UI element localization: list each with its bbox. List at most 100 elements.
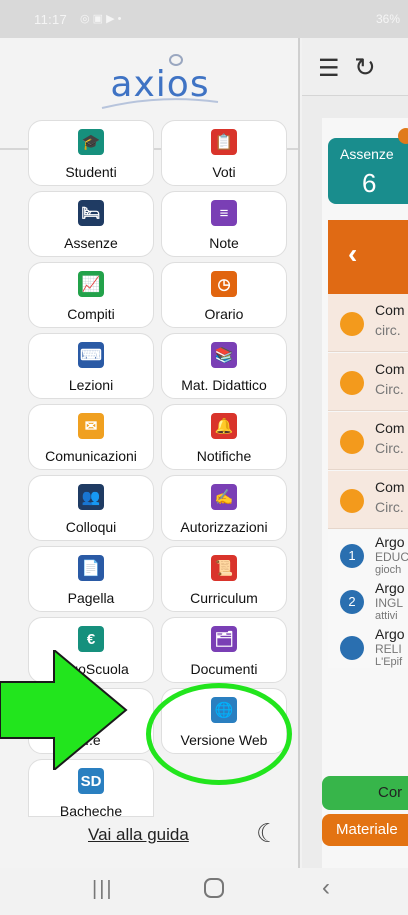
row-subtitle: RELI (375, 642, 402, 656)
lesson-number-badge: 2 (340, 590, 364, 614)
guide-link[interactable]: Vai alla guida (88, 825, 189, 845)
green-button[interactable]: Cor (322, 776, 408, 810)
grades-clipboard-icon: 📋 (211, 129, 237, 155)
menu-tile-studenti[interactable]: 🎓 Studenti (28, 120, 154, 186)
menu-tile-assenze[interactable]: 🛏 Assenze (28, 191, 154, 257)
status-icons: ◎ ▣ ▶ • (80, 13, 122, 25)
assenze-card-label: Assenze (340, 146, 394, 162)
row-subtitle: circ. (375, 322, 401, 338)
menu-tile-comunicazioni[interactable]: ✉ Comunicazioni (28, 404, 154, 470)
menu-tile-label: Notifiche (196, 448, 252, 464)
documents-icon: 🗂 (211, 626, 237, 652)
status-battery: 36% (375, 12, 400, 26)
menu-tile-orario[interactable]: ◷ Orario (161, 262, 287, 328)
row-subtitle: Circ. (375, 440, 404, 456)
euro-icon: € (78, 626, 104, 652)
menu-tile-label: Pagella (67, 590, 115, 606)
status-time: 11:17 (34, 12, 68, 27)
main-content: ☰ ↻ Assenze 6 ‹ Com circ. Com Circ. Com Circ.… (302, 38, 408, 868)
note-icon: ≡ (211, 200, 237, 226)
communication-row[interactable]: Com Circ. (328, 353, 408, 411)
row-subtitle: Circ. (375, 499, 404, 515)
pdf-file-icon: ✉ (78, 413, 104, 439)
menu-tile-label: Lezioni (68, 377, 114, 393)
menu-tile-label: Mat. Didattico (181, 377, 267, 393)
system-navigation-bar: ||| ‹ (0, 868, 408, 915)
menu-tile-curriculum[interactable]: 📜 Curriculum (161, 546, 287, 612)
materiale-button[interactable]: Materiale (322, 814, 408, 846)
communications-header: ‹ (328, 220, 408, 294)
lesson-row[interactable]: Argo RELI L'Epif (328, 622, 408, 668)
row-subtitle: Circ. (375, 381, 404, 397)
status-dot (340, 312, 364, 336)
menu-tile-documenti[interactable]: 🗂 Documenti (161, 617, 287, 683)
materiale-button-label: Materiale (336, 821, 398, 838)
lesson-row[interactable]: 1 Argo EDUC gioch (328, 530, 408, 576)
notification-badge (398, 128, 408, 144)
menu-tile-voti[interactable]: 📋 Voti (161, 120, 287, 186)
signature-icon: ✍ (211, 484, 237, 510)
assenze-card[interactable]: Assenze 6 (328, 138, 408, 204)
menu-tile-label: Autorizzazioni (180, 519, 268, 535)
menu-tile-notifiche[interactable]: 🔔 Notifiche (161, 404, 287, 470)
row-title: Com (375, 361, 405, 377)
clock-icon: ◷ (211, 271, 237, 297)
teacher-board-icon: ⌨ (78, 342, 104, 368)
row-title: Argo (375, 534, 405, 550)
graduation-cap-icon: 🎓 (78, 129, 104, 155)
back-icon[interactable]: ‹ (322, 874, 330, 902)
menu-tile-autorizzazioni[interactable]: ✍ Autorizzazioni (161, 475, 287, 541)
axios-logo: axios (90, 50, 230, 110)
bell-icon: 🔔 (211, 413, 237, 439)
row-title: Com (375, 302, 405, 318)
recent-apps-icon[interactable]: ||| (92, 878, 114, 901)
menu-tile-label: Curriculum (190, 590, 258, 606)
row-subtitle: EDUC (375, 550, 408, 564)
certificate-icon: 📜 (211, 555, 237, 581)
dark-mode-moon-icon[interactable]: ☾ (256, 818, 279, 849)
menu-tile-pagella[interactable]: 📄 Pagella (28, 546, 154, 612)
lesson-row[interactable]: 2 Argo INGL attivi (328, 576, 408, 622)
refresh-icon[interactable]: ↻ (354, 52, 376, 83)
logo-text: axios (110, 64, 210, 105)
menu-tile-label: Studenti (65, 164, 117, 180)
status-bar: 11:17 ◎ ▣ ▶ • 36% (0, 0, 408, 38)
menu-tile-label: Compiti (67, 306, 115, 322)
people-icon: 👥 (78, 484, 104, 510)
menu-tile-label: Colloqui (65, 519, 117, 535)
status-dot (340, 371, 364, 395)
status-dot (340, 489, 364, 513)
menu-tile-label: Note (209, 235, 239, 251)
books-icon: 📚 (211, 342, 237, 368)
row-title: Com (375, 420, 405, 436)
row-detail: attivi (375, 610, 398, 622)
top-app-bar: ☰ ↻ (302, 38, 408, 96)
green-button-label: Cor (378, 784, 403, 801)
menu-tile-lezioni[interactable]: ⌨ Lezioni (28, 333, 154, 399)
menu-tile-mat-didattico[interactable]: 📚 Mat. Didattico (161, 333, 287, 399)
menu-tile-label: Documenti (190, 661, 258, 677)
menu-tile-note[interactable]: ≡ Note (161, 191, 287, 257)
row-detail: L'Epif (375, 656, 403, 668)
menu-tile-compiti[interactable]: 📈 Compiti (28, 262, 154, 328)
menu-tile-label: Assenze (64, 235, 118, 251)
chevron-left-icon[interactable]: ‹ (348, 238, 357, 270)
menu-tile-label: Bacheche (59, 803, 123, 819)
hamburger-menu-icon[interactable]: ☰ (318, 54, 340, 83)
row-subtitle: INGL (375, 596, 404, 610)
communication-row[interactable]: Com circ. (328, 294, 408, 352)
communication-row[interactable]: Com Circ. (328, 471, 408, 529)
row-title: Com (375, 479, 405, 495)
row-title: Argo (375, 580, 405, 596)
menu-tile-label: Comunicazioni (45, 448, 137, 464)
communication-row[interactable]: Com Circ. (328, 412, 408, 470)
report-card-icon: 📄 (78, 555, 104, 581)
assenze-card-value: 6 (362, 168, 377, 198)
green-arrow-annotation (0, 650, 128, 770)
status-dot (340, 430, 364, 454)
row-detail: gioch (375, 564, 402, 576)
home-icon[interactable] (204, 878, 224, 898)
sd-board-icon: SD (78, 768, 104, 794)
lesson-number-badge: 1 (340, 544, 364, 568)
menu-tile-colloqui[interactable]: 👥 Colloqui (28, 475, 154, 541)
